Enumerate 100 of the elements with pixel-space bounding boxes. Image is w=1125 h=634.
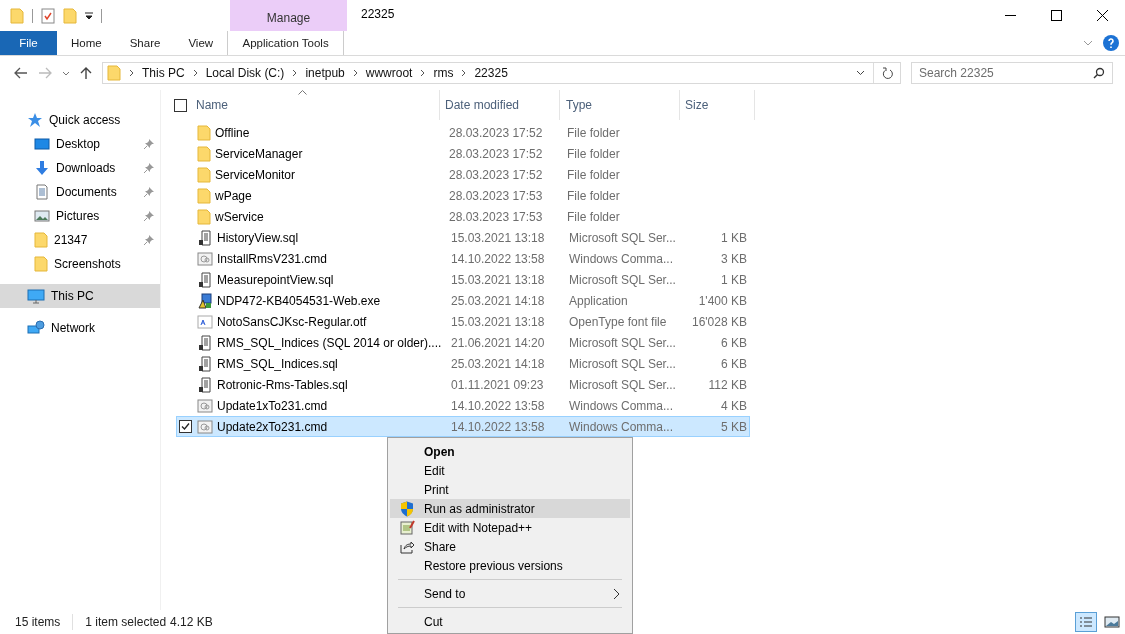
column-header[interactable]: Name bbox=[196, 90, 440, 120]
ribbon-tab[interactable]: Share bbox=[115, 31, 175, 55]
column-header[interactable]: Size bbox=[680, 90, 755, 120]
properties-icon[interactable] bbox=[41, 7, 55, 24]
breadcrumb[interactable]: Local Disk (C:) bbox=[205, 66, 285, 80]
chevron-right-icon[interactable] bbox=[192, 69, 198, 77]
sidebar-item[interactable]: Downloads bbox=[0, 156, 160, 180]
sidebar-item[interactable]: Pictures bbox=[0, 204, 160, 228]
sidebar-item[interactable]: Documents bbox=[0, 180, 160, 204]
file-row[interactable]: ServiceMonitor 28.03.2023 17:52 File folder bbox=[176, 164, 750, 185]
folder-icon bbox=[34, 256, 48, 272]
menu-item[interactable]: Cut bbox=[390, 612, 630, 631]
date-cell-text: 21.06.2021 14:20 bbox=[451, 335, 546, 350]
back-arrow-icon[interactable] bbox=[14, 67, 28, 79]
file-menu-button[interactable]: File bbox=[0, 31, 57, 55]
breadcrumb[interactable]: wwwroot bbox=[365, 66, 413, 80]
file-row[interactable]: Update1xTo231.cmd 14.10.2022 13:58 Windows Comma... 4 KB bbox=[176, 395, 750, 416]
batch-file-icon bbox=[197, 250, 213, 267]
menu-item[interactable]: Edit bbox=[390, 461, 630, 480]
breadcrumb[interactable]: 22325 bbox=[474, 66, 508, 80]
details-view-icon[interactable] bbox=[1075, 612, 1097, 632]
file-row[interactable]: Update2xTo231.cmd 14.10.2022 13:58 Windows Comma... 5 KB bbox=[176, 416, 750, 437]
file-row[interactable]: wService 28.03.2023 17:53 File folder bbox=[176, 206, 750, 227]
pin-icon[interactable] bbox=[144, 163, 154, 173]
menu-item[interactable]: Edit with Notepad++ bbox=[390, 518, 630, 537]
chevron-right-icon[interactable] bbox=[352, 69, 358, 77]
dropdown-icon[interactable] bbox=[85, 11, 93, 20]
size-cell: 4 KB bbox=[721, 398, 747, 413]
file-row[interactable]: ServiceManager 28.03.2023 17:52 File folder bbox=[176, 143, 750, 164]
menu-item[interactable]: Run as administrator bbox=[390, 499, 630, 518]
sidebar-item[interactable]: Network bbox=[0, 316, 160, 340]
file-row[interactable]: Rotronic-Rms-Tables.sql 01.11.2021 09:23 Microsoft SQL Ser... 112 KB bbox=[176, 374, 750, 395]
file-name: Rotronic-Rms-Tables.sql bbox=[217, 377, 349, 392]
maximize-icon[interactable] bbox=[1050, 10, 1062, 21]
file-row[interactable]: RMS_SQL_Indices.sql 25.03.2021 14:18 Microsoft SQL Ser... 6 KB bbox=[176, 353, 750, 374]
menu-item[interactable]: Restore previous versions bbox=[390, 556, 630, 575]
file-row[interactable]: wPage 28.03.2023 17:53 File folder bbox=[176, 185, 750, 206]
menu-item[interactable]: Print bbox=[390, 480, 630, 499]
file-row[interactable]: HistoryView.sql 15.03.2021 13:18 Microsoft SQL Ser... 1 KB bbox=[176, 227, 750, 248]
large-icons-view-icon[interactable] bbox=[1103, 615, 1121, 629]
sidebar-item[interactable]: This PC bbox=[0, 284, 160, 308]
menu-item[interactable]: Open bbox=[390, 442, 630, 461]
address-bar[interactable]: This PC Local Disk (C:) inetpub wwwroot rms 22325 bbox=[102, 62, 901, 84]
size-cell: 6 KB bbox=[721, 356, 747, 371]
type-cell-text: Microsoft SQL Ser... bbox=[569, 272, 677, 287]
share-icon bbox=[399, 539, 415, 554]
file-row[interactable]: InstallRmsV231.cmd 14.10.2022 13:58 Windows Comma... 3 KB bbox=[176, 248, 750, 269]
search-field[interactable]: Search 22325 bbox=[911, 62, 1113, 84]
notepad-icon bbox=[399, 520, 415, 535]
sidebar-item[interactable]: Quick access bbox=[0, 108, 160, 132]
folder-icon bbox=[197, 124, 211, 141]
ribbon-tab[interactable]: Application Tools bbox=[227, 31, 345, 55]
close-icon[interactable] bbox=[1096, 10, 1108, 21]
breadcrumb[interactable]: This PC bbox=[142, 66, 185, 80]
pin-icon[interactable] bbox=[144, 211, 154, 221]
chevron-right-icon[interactable] bbox=[461, 69, 467, 77]
sidebar-item[interactable]: Screenshots bbox=[0, 252, 160, 276]
column-header[interactable]: Date modified bbox=[440, 90, 560, 120]
pin-icon[interactable] bbox=[144, 235, 154, 245]
help-icon[interactable] bbox=[1103, 35, 1119, 51]
chevron-right-icon[interactable] bbox=[129, 69, 134, 77]
checkbox[interactable] bbox=[178, 420, 192, 433]
script-file-icon bbox=[197, 355, 213, 372]
chevron-right-icon[interactable] bbox=[420, 69, 426, 77]
picture-icon bbox=[34, 208, 50, 224]
sidebar-item[interactable]: Desktop bbox=[0, 132, 160, 156]
size-cell: 3 KB bbox=[721, 251, 747, 266]
date-cell-text: 15.03.2021 13:18 bbox=[451, 230, 546, 245]
chevron-down-icon[interactable] bbox=[856, 70, 865, 76]
column-header[interactable]: Type bbox=[560, 90, 680, 120]
chevron-down-icon[interactable] bbox=[62, 70, 70, 76]
pin-icon[interactable] bbox=[144, 187, 154, 197]
ribbon-tab[interactable]: View bbox=[174, 31, 228, 55]
file-row[interactable]: NotoSansCJKsc-Regular.otf 15.03.2021 13:18 OpenType font file 16'028 KB bbox=[176, 311, 750, 332]
breadcrumb[interactable]: rms bbox=[433, 66, 454, 80]
file-row[interactable]: Offline 28.03.2023 17:52 File folder bbox=[176, 122, 750, 143]
sidebar-item[interactable]: 21347 bbox=[0, 228, 160, 252]
refresh-icon[interactable] bbox=[882, 66, 894, 80]
chevron-right-icon[interactable] bbox=[292, 69, 298, 77]
shield-icon bbox=[400, 500, 414, 517]
menu-item[interactable]: Share bbox=[390, 537, 630, 556]
file-row[interactable]: MeasurepointView.sql 15.03.2021 13:18 Microsoft SQL Ser... 1 KB bbox=[176, 269, 750, 290]
script-file-icon bbox=[197, 376, 213, 393]
type-cell-text: File folder bbox=[567, 125, 621, 140]
file-name: wService bbox=[215, 209, 265, 224]
size-cell: 1 KB bbox=[721, 230, 747, 245]
file-row[interactable]: NDP472-KB4054531-Web.exe 25.03.2021 14:18 Application 1'400 KB bbox=[176, 290, 750, 311]
breadcrumb[interactable]: inetpub bbox=[305, 66, 345, 80]
up-arrow-icon[interactable] bbox=[80, 66, 92, 80]
ribbon-tab[interactable]: Home bbox=[57, 31, 116, 55]
select-all-checkbox[interactable] bbox=[174, 98, 187, 112]
date-cell-text: 14.10.2022 13:58 bbox=[451, 419, 546, 434]
folder-icon bbox=[107, 65, 121, 81]
pin-icon[interactable] bbox=[144, 139, 154, 149]
date-cell-text: 01.11.2021 09:23 bbox=[451, 377, 545, 392]
search-icon[interactable] bbox=[1093, 67, 1105, 79]
file-row[interactable]: RMS_SQL_Indices (SQL 2014 or older).... 21.06.2021 14:20 Microsoft SQL Ser... 6 KB bbox=[176, 332, 750, 353]
date-cell-text: 25.03.2021 14:18 bbox=[451, 356, 546, 371]
date-cell-text: 15.03.2021 13:18 bbox=[451, 272, 546, 287]
menu-item[interactable]: Send to bbox=[390, 584, 630, 603]
